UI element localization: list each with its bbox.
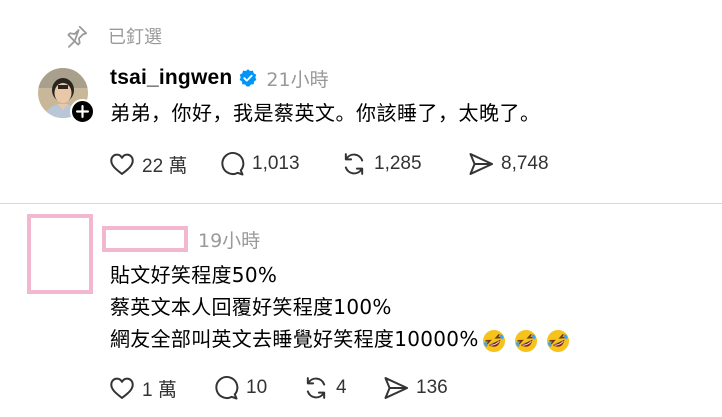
reply-text-line-1: 貼文好笑程度50% (110, 263, 278, 287)
comment-button[interactable]: 1,013 (218, 150, 340, 178)
heart-icon (110, 377, 134, 399)
rolling-laughing-icon (482, 329, 505, 352)
emoji-group (481, 328, 577, 354)
reply-like-count: 1 萬 (142, 379, 177, 401)
rolling-laughing-icon (514, 329, 537, 352)
reply-like-button[interactable]: 1 萬 (108, 374, 212, 402)
username[interactable]: tsai_ingwen (110, 66, 232, 90)
reply-repost-count: 4 (336, 377, 347, 398)
reply-repost-button[interactable]: 4 (302, 374, 382, 402)
plus-icon (76, 105, 89, 118)
follow-button[interactable] (70, 99, 95, 124)
repost-icon (306, 377, 326, 399)
heart-icon (110, 153, 134, 175)
reply-action-bar: 1 萬 10 4 136 (108, 373, 448, 403)
comment-icon (215, 376, 239, 400)
like-button[interactable]: 22 萬 (108, 150, 218, 178)
pinned-indicator: 已釘選 (64, 22, 162, 50)
post-timestamp[interactable]: 21小時 (266, 65, 328, 92)
share-button[interactable]: 8,748 (467, 150, 549, 178)
redacted-reply-avatar (27, 214, 93, 294)
pinned-label: 已釘選 (108, 27, 162, 48)
repost-button[interactable]: 1,285 (340, 150, 467, 178)
thread-divider (0, 203, 722, 204)
like-count: 22 萬 (142, 155, 188, 177)
reply-text-line-3-text: 網友全部叫英文去睡覺好笑程度10000% (110, 327, 479, 351)
reply-comment-count: 10 (246, 377, 268, 398)
post-action-bar: 22 萬 1,013 1,285 8,748 (108, 149, 549, 179)
reply-text-line-3: 網友全部叫英文去睡覺好笑程度10000% (110, 323, 577, 354)
rolling-laughing-icon (546, 329, 569, 352)
share-count: 8,748 (501, 153, 549, 174)
send-icon (384, 377, 409, 399)
comment-icon (221, 152, 245, 176)
send-icon (469, 153, 494, 175)
reply-timestamp[interactable]: 19小時 (198, 226, 260, 253)
repost-count: 1,285 (374, 153, 422, 174)
repost-icon (344, 153, 364, 175)
reply-comment-button[interactable]: 10 (212, 374, 302, 402)
pin-icon (67, 25, 88, 48)
redacted-reply-username (102, 226, 188, 252)
reply-share-count: 136 (416, 377, 448, 398)
post-text: 弟弟，你好，我是蔡英文。你該睡了，太晚了。 (110, 101, 541, 125)
verified-badge-icon (240, 69, 257, 87)
reply-share-button[interactable]: 136 (382, 374, 448, 402)
reply-text-line-2: 蔡英文本人回覆好笑程度100% (110, 295, 392, 319)
comment-count: 1,013 (252, 153, 300, 174)
post-header: tsai_ingwen 21小時 (110, 63, 329, 93)
